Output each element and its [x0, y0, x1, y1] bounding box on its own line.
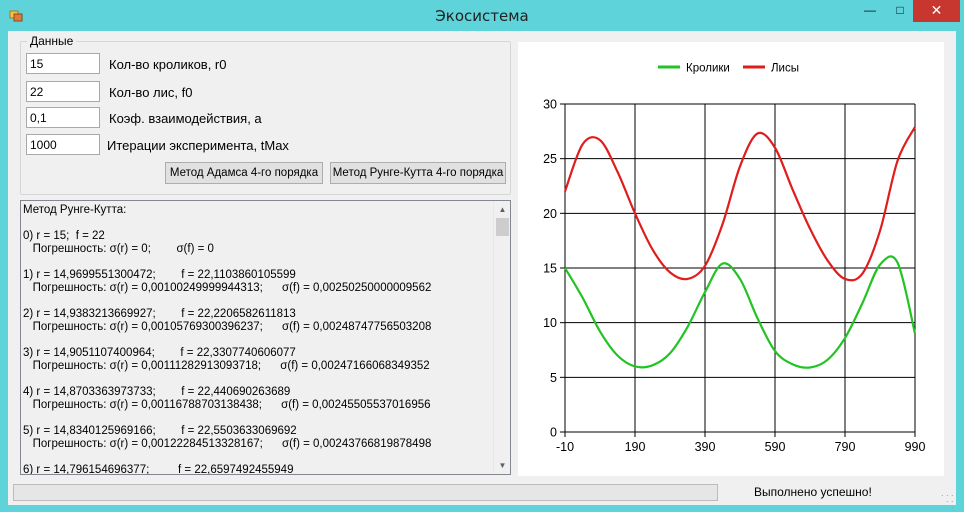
log-scrollbar[interactable]: ▲ ▼ [493, 201, 510, 474]
x-tick-label: 590 [765, 440, 786, 454]
scroll-thumb[interactable] [496, 218, 509, 236]
log-line: Погрешность: σ(r) = 0,00116788703138438;… [23, 399, 431, 411]
population-chart: -10 190 390 590 790 990 0 5 10 15 20 25 30 Кролики Лис… [518, 42, 944, 476]
y-tick-label: 30 [543, 98, 557, 112]
data-groupbox: Данные Кол-во кроликов, r0 Кол-во лис, f… [20, 34, 511, 195]
foxes-count-input[interactable] [26, 81, 100, 102]
log-line: 6) r = 14,796154696377; f = 22,659749245… [23, 464, 294, 475]
chevron-up-icon[interactable]: ▲ [494, 201, 510, 218]
log-line: Погрешность: σ(r) = 0,00122284513328167;… [23, 438, 432, 450]
legend-label: Кролики [686, 63, 730, 75]
log-line: Погрешность: σ(r) = 0; σ(f) = 0 [23, 243, 214, 255]
log-line: 0) r = 15; f = 22 [23, 230, 105, 242]
x-tick-label: 190 [625, 440, 646, 454]
status-bar: Выполнено успешно! . . . . . . [8, 479, 956, 510]
iterations-input[interactable] [26, 134, 100, 155]
rabbits-count-input[interactable] [26, 53, 100, 74]
log-line: 2) r = 14,9383213669927; f = 22,22065826… [23, 308, 296, 320]
log-line: Погрешность: σ(r) = 0,00105769300396237;… [23, 321, 432, 333]
y-tick-label: 0 [550, 426, 557, 440]
main-window: Данные Кол-во кроликов, r0 Кол-во лис, f… [8, 31, 956, 510]
y-tick-label: 10 [543, 316, 557, 330]
adams-method-button[interactable]: Метод Адамса 4-го порядка [165, 162, 323, 184]
iterations-label: Итерации эксперимента, tMax [107, 138, 289, 153]
interaction-coef-input[interactable] [26, 107, 100, 128]
groupbox-title: Данные [27, 34, 77, 48]
x-tick-label: 790 [835, 440, 856, 454]
chart-svg: -10 190 390 590 790 990 0 5 10 15 20 25 30 Кролики Лис… [543, 63, 926, 455]
close-icon[interactable]: ✕ [913, 0, 960, 22]
status-text: Выполнено успешно! [754, 485, 872, 499]
series-line-foxes [563, 126, 916, 282]
progress-bar [13, 484, 718, 501]
log-line: Погрешность: σ(r) = 0,00111282913093718;… [23, 360, 430, 372]
resize-grip-icon[interactable]: . . . . . . [941, 489, 954, 510]
log-text: Метод Рунге-Кутта: 0) r = 15; f = 22 Погр… [23, 204, 493, 475]
log-line: Погрешность: σ(r) = 0,00100249999944313;… [23, 282, 432, 294]
maximize-icon[interactable]: □ [885, 0, 915, 22]
rabbits-count-label: Кол-во кроликов, r0 [109, 57, 227, 72]
interaction-coef-label: Коэф. взаимодействия, a [109, 111, 262, 126]
legend-label: Лисы [771, 63, 799, 75]
log-line: 1) r = 14,9699551300472; f = 22,11038601… [23, 269, 296, 281]
runge-kutta-method-button[interactable]: Метод Рунге-Кутта 4-го порядка [330, 162, 506, 184]
x-tick-label: 990 [905, 440, 926, 454]
log-line: 3) r = 14,9051107400964; f = 22,33077406… [23, 347, 296, 359]
log-line: 4) r = 14,8703363973733; f = 22,44069026… [23, 386, 291, 398]
title-bar: Экосистема — □ ✕ [0, 0, 964, 31]
log-line: 5) r = 14,8340125969166; f = 22,55036330… [23, 425, 297, 437]
y-tick-label: 25 [543, 152, 557, 166]
y-tick-label: 15 [543, 262, 557, 276]
chevron-down-icon[interactable]: ▼ [494, 457, 510, 474]
y-tick-label: 5 [550, 371, 557, 385]
results-log[interactable]: Метод Рунге-Кутта: 0) r = 15; f = 22 Погр… [20, 200, 511, 475]
log-line: Метод Рунге-Кутта: [23, 204, 127, 216]
minimize-icon[interactable]: — [855, 0, 885, 22]
window-title: Экосистема [435, 7, 529, 25]
x-tick-label: -10 [556, 440, 574, 454]
y-tick-label: 20 [543, 207, 557, 221]
foxes-count-label: Кол-во лис, f0 [109, 85, 193, 100]
x-tick-label: 390 [695, 440, 716, 454]
